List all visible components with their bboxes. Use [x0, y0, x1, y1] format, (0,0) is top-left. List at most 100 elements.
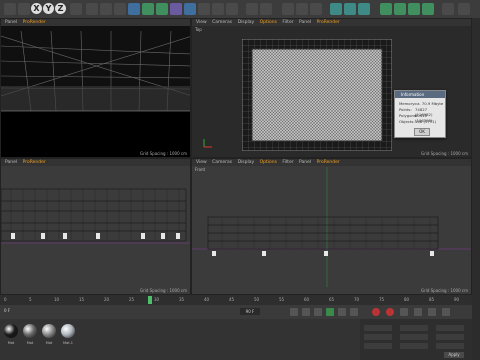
render-view-icon[interactable]: [86, 3, 98, 15]
current-frame[interactable]: 0 F: [4, 308, 10, 313]
material-swatch[interactable]: [23, 324, 37, 338]
size-field-y[interactable]: [400, 334, 428, 340]
coordinates-panel: Apply: [360, 319, 472, 360]
position-key-icon[interactable]: [414, 308, 422, 316]
axis-gizmo-icon: [203, 139, 212, 148]
go-to-end-icon[interactable]: [350, 308, 358, 316]
rotation-field-b[interactable]: [436, 343, 464, 349]
coord-field-z[interactable]: [364, 343, 392, 349]
scale-tool-icon[interactable]: [408, 3, 420, 15]
points-mode-icon[interactable]: [330, 3, 342, 15]
menu-filter[interactable]: Filter: [282, 160, 293, 165]
menu-filter[interactable]: Filter: [282, 20, 293, 25]
menu-prorender[interactable]: ProRender: [23, 20, 46, 25]
viewport-menu: View Cameras Display Options Filter Pane…: [192, 159, 471, 166]
menu-view[interactable]: View: [196, 160, 207, 165]
menu-display[interactable]: Display: [238, 20, 255, 25]
material-swatch[interactable]: [4, 324, 18, 338]
rotation-field-h[interactable]: [436, 325, 464, 331]
side-viewport[interactable]: Panel ProRender Grid Spacing : 1000 cm: [0, 158, 191, 295]
coord-field-x[interactable]: [364, 325, 392, 331]
cloner-icon[interactable]: [170, 3, 182, 15]
texture-mode-icon[interactable]: [296, 3, 308, 15]
menu-cameras[interactable]: Cameras: [212, 160, 232, 165]
render-settings-icon[interactable]: [114, 3, 126, 15]
light-icon[interactable]: [226, 3, 238, 15]
timeline-tick-label: 40: [204, 297, 210, 302]
menu-options[interactable]: Options: [260, 20, 277, 25]
axis-z-button[interactable]: Z: [55, 3, 66, 14]
menu-prorender[interactable]: ProRender: [23, 160, 46, 165]
menu-panel[interactable]: Panel: [299, 20, 311, 25]
menu-display[interactable]: Display: [238, 160, 255, 165]
keyframe-selection-icon[interactable]: [400, 308, 408, 316]
end-frame-field[interactable]: 90 F: [240, 308, 260, 315]
timeline-tick-label: 30: [154, 297, 160, 302]
snap-icon[interactable]: [246, 3, 258, 15]
scene-floor-icon[interactable]: [198, 3, 210, 15]
edges-mode-icon[interactable]: [344, 3, 356, 15]
rotation-key-icon[interactable]: [428, 308, 436, 316]
timeline-tick-label: 10: [54, 297, 60, 302]
prev-frame-icon[interactable]: [302, 308, 310, 316]
size-field-z[interactable]: [400, 343, 428, 349]
rotate-tool-icon[interactable]: [422, 3, 434, 15]
soft-selection-icon[interactable]: [442, 3, 454, 15]
live-selection-icon[interactable]: [380, 3, 392, 15]
timeline-tick-label: 60: [304, 297, 310, 302]
redo-icon[interactable]: [18, 3, 30, 15]
menu-options[interactable]: Options: [260, 160, 277, 165]
menu-panel[interactable]: Panel: [5, 160, 17, 165]
menu-panel[interactable]: Panel: [5, 20, 17, 25]
play-icon[interactable]: [326, 308, 334, 316]
render-picture-viewer-icon[interactable]: [100, 3, 112, 15]
menu-view[interactable]: View: [196, 20, 207, 25]
rotation-field-p[interactable]: [436, 334, 464, 340]
subdivision-surface-icon[interactable]: [156, 3, 168, 15]
material-swatch[interactable]: [42, 324, 56, 338]
grid-spacing-label: Grid Spacing : 1000 cm: [420, 151, 468, 156]
ok-button[interactable]: OK: [414, 128, 430, 136]
timeline-ruler[interactable]: 0 5 10 15 20 25 30 35 40 45 50 55 60 65 70 75 80 85 90: [0, 295, 472, 305]
undo-icon[interactable]: [4, 3, 16, 15]
menu-panel[interactable]: Panel: [299, 160, 311, 165]
record-icon[interactable]: [372, 308, 380, 316]
timeline-tick-label: 35: [179, 297, 185, 302]
menu-prorender[interactable]: ProRender: [317, 20, 340, 25]
scale-key-icon[interactable]: [442, 308, 450, 316]
axis-mode-icon[interactable]: [310, 3, 322, 15]
playhead[interactable]: [148, 296, 152, 304]
deformer-icon[interactable]: [184, 3, 196, 15]
warehouse-top-mesh: [242, 39, 392, 151]
timeline-tick-label: 5: [29, 297, 32, 302]
layout-icon[interactable]: [458, 3, 470, 15]
grid-spacing-label: Grid Spacing : 1000 cm: [139, 288, 187, 293]
play-reverse-icon[interactable]: [314, 308, 322, 316]
front-viewport[interactable]: View Cameras Display Options Filter Pane…: [191, 158, 472, 295]
menu-prorender[interactable]: ProRender: [317, 160, 340, 165]
axis-x-button[interactable]: X: [31, 3, 42, 14]
move-tool-icon[interactable]: [394, 3, 406, 15]
autokey-icon[interactable]: [386, 308, 394, 316]
material-swatch[interactable]: [61, 324, 75, 338]
coord-field-y[interactable]: [364, 334, 392, 340]
workplane-icon[interactable]: [260, 3, 272, 15]
spline-pen-icon[interactable]: [142, 3, 154, 15]
polygons-mode-icon[interactable]: [358, 3, 370, 15]
perspective-viewport[interactable]: Panel ProRender Grid Spacing : 1000 cm: [0, 18, 191, 158]
camera-icon[interactable]: [212, 3, 224, 15]
menu-cameras[interactable]: Cameras: [212, 20, 232, 25]
model-mode-icon[interactable]: [282, 3, 294, 15]
size-field-x[interactable]: [400, 325, 428, 331]
cube-object-icon[interactable]: [128, 3, 140, 15]
axis-y-button[interactable]: Y: [43, 3, 54, 14]
next-frame-icon[interactable]: [338, 308, 346, 316]
go-to-start-icon[interactable]: [290, 308, 298, 316]
coordinate-system-icon[interactable]: [70, 3, 82, 15]
apply-button[interactable]: Apply: [444, 352, 464, 358]
material-name: Mat: [26, 341, 34, 345]
timeline-tick-label: 45: [229, 297, 235, 302]
transport-bar: 0 F 90 F: [0, 305, 472, 319]
main-toolbar: X Y Z: [0, 0, 480, 19]
viewport-menu: Panel ProRender: [1, 159, 190, 166]
